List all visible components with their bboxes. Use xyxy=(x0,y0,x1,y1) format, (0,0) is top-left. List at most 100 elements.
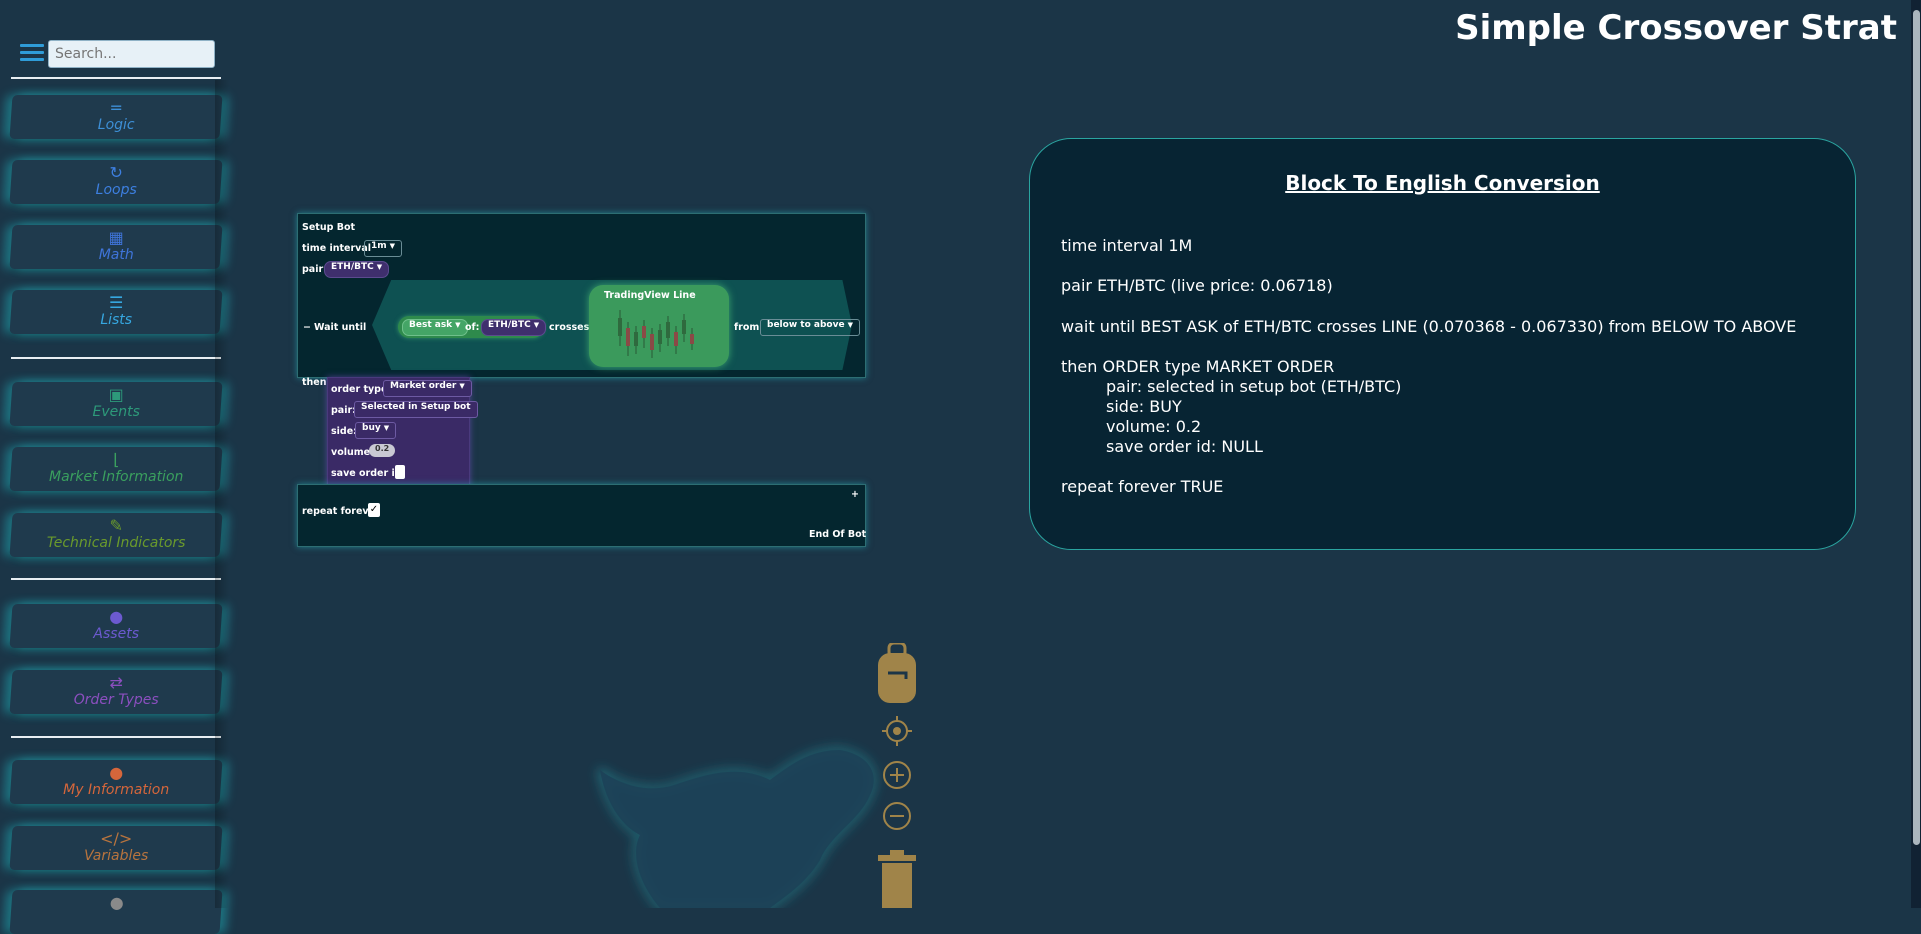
side-value: buy xyxy=(362,423,381,433)
sidebar-item-label: Order Types xyxy=(73,692,159,708)
backpack-icon[interactable] xyxy=(876,643,918,705)
crosses-label: crosses xyxy=(549,322,590,333)
chevron-down-icon: ▼ xyxy=(383,424,390,432)
english-line: side: BUY xyxy=(1106,397,1182,416)
chart-line-icon: ⌊ xyxy=(113,450,120,469)
sidebar-item-label: Loops xyxy=(95,182,137,198)
of-value: ETH/BTC xyxy=(488,320,531,330)
sidebar-divider xyxy=(11,77,221,79)
sidebar-item-logic[interactable]: = Logic xyxy=(9,95,223,139)
english-panel-heading: Block To English Conversion xyxy=(1285,171,1600,195)
scrollbar[interactable] xyxy=(1911,0,1921,908)
time-interval-value: 1m xyxy=(371,241,387,251)
sidebar-item-events[interactable]: ▣ Events xyxy=(9,382,223,426)
sidebar-item-lists[interactable]: ☰ Lists xyxy=(9,290,223,334)
english-line: wait until BEST ASK of ETH/BTC crosses L… xyxy=(1061,317,1797,336)
tradingview-title: TradingView Line xyxy=(604,290,696,301)
pair-dropdown[interactable]: ETH/BTC ▼ xyxy=(324,261,390,278)
sidebar-item-market-information[interactable]: ⌊ Market Information xyxy=(9,447,223,491)
direction-dropdown[interactable]: below to above ▼ xyxy=(760,319,860,336)
search-input[interactable] xyxy=(48,40,215,68)
sidebar-item-label: Variables xyxy=(84,848,149,864)
volume-input[interactable]: 0.2 xyxy=(369,444,396,457)
english-line: save order id: NULL xyxy=(1106,437,1263,456)
sidebar-item-order-types[interactable]: ⇄ Order Types xyxy=(9,670,223,714)
order-pair-label: pair: xyxy=(331,405,356,416)
chevron-down-icon: ▼ xyxy=(376,263,383,271)
sidebar-item-assets[interactable]: ● Assets xyxy=(9,604,223,648)
english-line: then ORDER type MARKET ORDER xyxy=(1061,357,1335,376)
collapse-icon[interactable]: − xyxy=(303,322,311,333)
order-type-value: Market order xyxy=(390,381,457,391)
order-type-dropdown[interactable]: Market order ▼ xyxy=(383,380,472,397)
of-label: of: xyxy=(465,322,480,333)
sidebar-item-math[interactable]: ▦ Math xyxy=(9,225,223,269)
of-dropdown[interactable]: ETH/BTC ▼ xyxy=(481,319,547,336)
sidebar-item-label: Assets xyxy=(93,626,139,642)
add-icon[interactable]: + xyxy=(851,489,859,500)
sidebar-item-label: Math xyxy=(98,247,134,263)
pair-label: pair xyxy=(302,264,324,275)
sidebar-item-label: Market Information xyxy=(49,469,184,485)
candlestick-chart-icon xyxy=(618,310,694,358)
zoom-in-icon[interactable] xyxy=(882,760,912,790)
zoom-out-icon[interactable] xyxy=(882,801,912,831)
price-dropdown[interactable]: Best ask ▼ xyxy=(402,319,468,336)
hamburger-menu-icon[interactable] xyxy=(20,44,44,62)
price-value: Best ask xyxy=(409,320,453,330)
english-line: time interval 1M xyxy=(1061,236,1193,255)
then-label: then xyxy=(302,377,327,388)
sidebar-item-label: Events xyxy=(92,404,140,420)
order-pair-value: Selected in Setup bot xyxy=(361,402,471,412)
time-interval-label: time interval xyxy=(302,243,371,254)
side-dropdown[interactable]: buy ▼ xyxy=(355,422,397,439)
sidebar-item-variables[interactable]: </> Variables xyxy=(9,826,223,870)
loop-icon: ↻ xyxy=(109,163,123,182)
sidebar-item-label: Technical Indicators xyxy=(46,535,186,551)
chevron-down-icon: ▼ xyxy=(533,321,540,329)
setup-bot-footer-block[interactable] xyxy=(297,484,866,547)
chevron-down-icon: ▼ xyxy=(455,321,461,329)
sidebar-item-label: Lists xyxy=(100,312,133,328)
chevron-down-icon: ▼ xyxy=(459,382,465,390)
time-interval-dropdown[interactable]: 1m ▼ xyxy=(364,240,403,257)
from-label: from xyxy=(734,322,760,333)
english-line: volume: 0.2 xyxy=(1106,417,1202,436)
sidebar: = Logic ↻ Loops ▦ Math ☰ Lists ▣ Events … xyxy=(0,0,230,934)
order-pair-field[interactable]: Selected in Setup bot xyxy=(354,401,478,418)
english-line: pair ETH/BTC (live price: 0.06718) xyxy=(1061,276,1333,295)
calculator-icon: ▦ xyxy=(108,228,124,247)
end-of-bot-label: End Of Bot xyxy=(809,529,867,540)
sidebar-item-loops[interactable]: ↻ Loops xyxy=(9,160,223,204)
sidebar-divider xyxy=(11,578,221,580)
block-to-english-panel: Block To English Conversion time interva… xyxy=(1029,138,1856,550)
logic-icon: = xyxy=(109,98,123,117)
wrench-icon: ✎ xyxy=(109,516,123,535)
exchange-icon: ⇄ xyxy=(109,673,123,692)
chevron-down-icon: ▼ xyxy=(389,242,396,250)
list-icon: ☰ xyxy=(109,293,124,312)
wait-until-label: Wait until xyxy=(314,322,367,333)
chevron-down-icon: ▼ xyxy=(847,321,853,329)
sidebar-item-label: Logic xyxy=(97,117,135,133)
scrollbar-thumb[interactable] xyxy=(1913,10,1920,845)
save-order-id-input[interactable] xyxy=(395,465,405,479)
user-icon: ● xyxy=(109,763,124,782)
trash-icon[interactable] xyxy=(876,850,918,908)
more-icon: ● xyxy=(109,893,124,912)
page-title: Simple Crossover Strat xyxy=(1455,8,1897,48)
pair-value: ETH/BTC xyxy=(331,262,374,272)
side-label: side: xyxy=(331,426,357,437)
setup-bot-label: Setup Bot xyxy=(302,222,356,233)
sidebar-shadow xyxy=(215,80,229,908)
sidebar-item-technical-indicators[interactable]: ✎ Technical Indicators xyxy=(9,513,223,557)
volume-label: volume xyxy=(331,447,371,458)
sidebar-item-my-information[interactable]: ● My Information xyxy=(9,760,223,804)
sidebar-item-label: My Information xyxy=(63,782,170,798)
center-target-icon[interactable] xyxy=(882,716,912,746)
sidebar-item-more[interactable]: ● xyxy=(9,890,223,934)
repeat-forever-checkbox[interactable]: ✓ xyxy=(368,503,380,517)
direction-value: below to above xyxy=(767,320,845,330)
sidebar-divider xyxy=(11,357,221,359)
bitcoin-icon: ● xyxy=(109,607,124,626)
